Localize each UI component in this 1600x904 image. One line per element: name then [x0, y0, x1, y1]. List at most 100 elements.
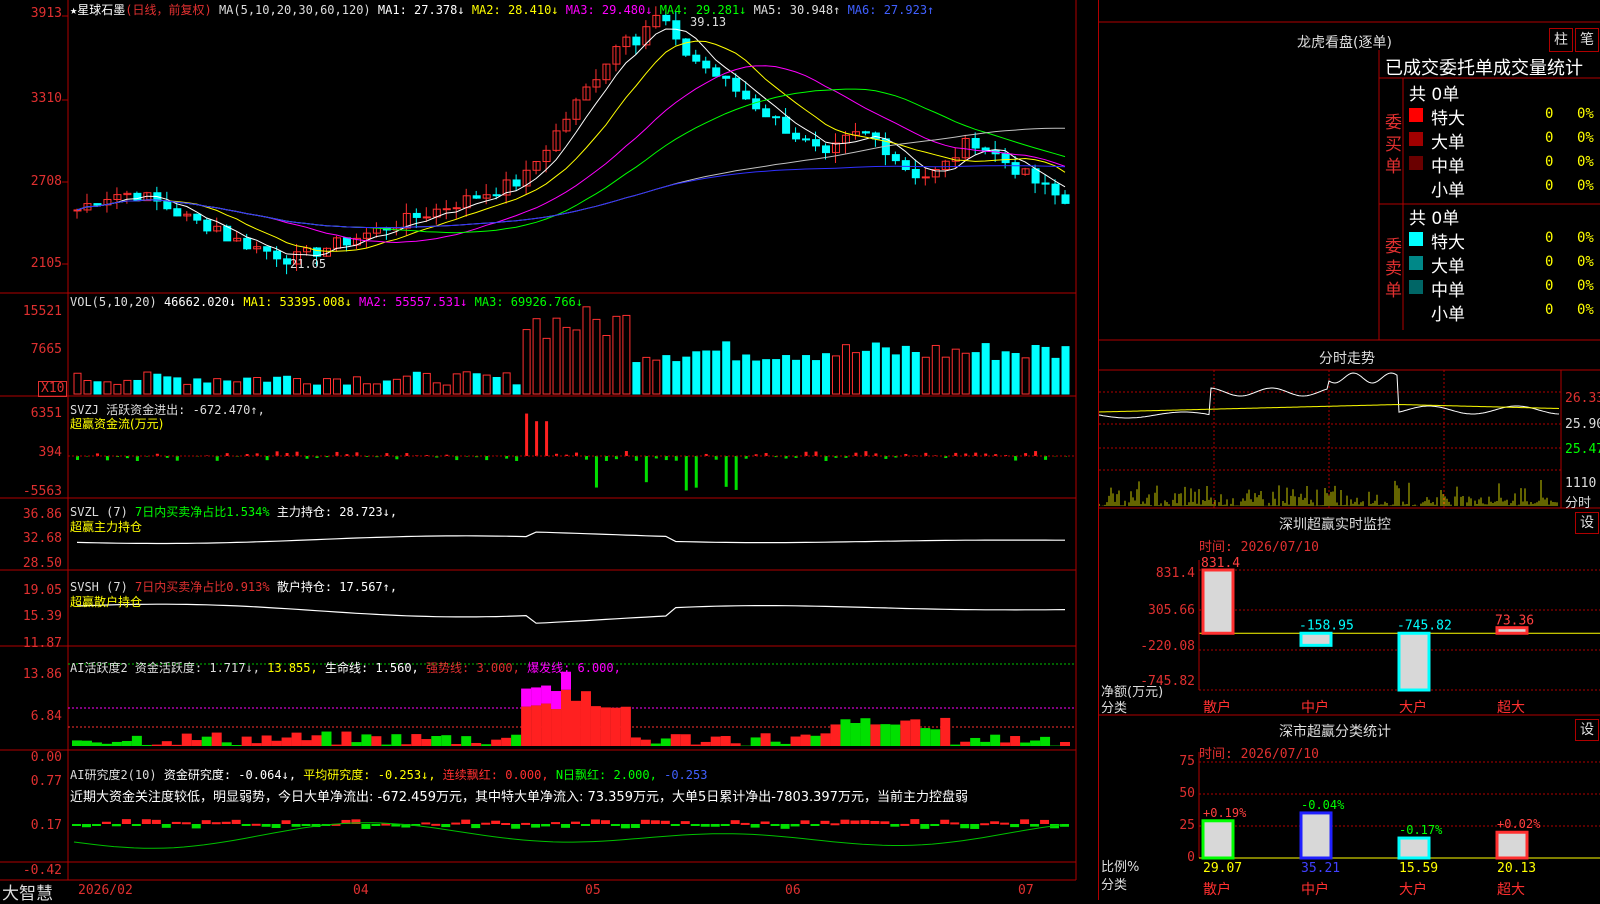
legend-swatch	[1409, 256, 1423, 270]
research-bar	[1000, 823, 1009, 825]
date-label: 07	[1018, 883, 1034, 898]
research-bar	[1010, 824, 1019, 827]
candle-body	[1052, 184, 1059, 195]
candle-body	[783, 117, 790, 133]
vol-y-label: 15521	[0, 304, 62, 319]
sz-monitor-title: 深圳超赢实时监控	[1279, 514, 1391, 534]
ai2-bar	[1000, 742, 1010, 746]
research-bar	[152, 820, 161, 824]
ai2-bar	[401, 744, 411, 746]
research-bar	[262, 824, 271, 827]
volume-bar	[284, 376, 291, 394]
research-bar	[102, 822, 111, 824]
intraday-title[interactable]: 分时走势	[1319, 348, 1375, 368]
ai2-bar	[771, 742, 781, 746]
buy-row-val: 0	[1545, 178, 1553, 194]
classify-settings-button[interactable]: 设	[1575, 719, 1599, 741]
ai2-bar	[521, 707, 531, 746]
research-bar	[900, 824, 909, 826]
ai2-bar	[451, 744, 461, 746]
candle-body	[1032, 169, 1039, 183]
ma6-label: MA6: 27.923↑	[848, 3, 935, 17]
volume-bar	[793, 360, 800, 394]
svzj-bar	[695, 456, 698, 488]
legend-swatch	[1409, 132, 1423, 146]
air-summary: 近期大资金关注度较低，明显弱势，今日大单净流出: -672.459万元，其中特大…	[70, 786, 1076, 805]
research-bar	[551, 822, 560, 824]
volume-bar	[972, 353, 979, 394]
volume-bar	[573, 330, 580, 394]
ai2-bar	[212, 733, 222, 746]
ai2-bar	[791, 737, 801, 746]
volume-bar	[333, 379, 340, 394]
stats-title: 已成交委托单成交量统计	[1385, 54, 1583, 80]
classify-category-label: 大户	[1399, 881, 1427, 898]
volume-bar	[1052, 358, 1059, 394]
ai2-bar	[112, 742, 122, 746]
vol-value: 46662.020↓	[164, 295, 236, 309]
volume-bar	[503, 373, 510, 394]
volume-bar	[763, 360, 770, 394]
research-bar	[591, 819, 600, 824]
research-bar	[970, 824, 979, 829]
ai2-bar	[591, 706, 601, 746]
air-header: AI研究度2(10) 资金研究度: -0.064↓, 平均研究度: -0.253…	[70, 766, 707, 783]
research-bar	[302, 824, 311, 826]
volume-bar	[164, 377, 171, 394]
sz-monitor-settings-button[interactable]: 设	[1575, 512, 1599, 534]
right-panel: 831.4散户-158.95中户-745.82大户73.36超大+0.19%29…	[1098, 0, 1600, 900]
svzj-bar	[335, 452, 338, 456]
research-bar	[501, 823, 510, 825]
volume-bar	[413, 372, 420, 394]
classify-category-label: 中户	[1301, 881, 1329, 898]
volume-bar	[583, 307, 590, 394]
candle-body	[343, 238, 350, 245]
volume-bar	[304, 384, 311, 394]
svzj-bar	[485, 456, 488, 460]
ai2-y-label: 0.00	[0, 750, 62, 765]
ai2-bar	[541, 704, 551, 746]
svzj-bar	[1014, 456, 1017, 461]
sell-row-pct: 0%	[1577, 254, 1594, 270]
volume-bar	[892, 355, 899, 394]
stroke-button[interactable]: 笔	[1575, 28, 1599, 52]
low-label: 21.05	[290, 257, 326, 271]
vol-ma2: MA2: 55557.531↓	[359, 295, 467, 309]
svsh-hold: 散户持仓: 17.567↑,	[277, 580, 397, 594]
volume-bar	[643, 357, 650, 394]
volume-bar	[254, 377, 261, 394]
kline-area[interactable]: ★星球石墨(日线，前复权) MA(5,10,20,30,60,120) MA1:…	[0, 0, 1078, 900]
ai2-bar	[581, 691, 591, 746]
ai2-bar	[232, 745, 242, 746]
ai2-bar	[661, 738, 671, 746]
sell-total: 共 0单	[1409, 204, 1459, 229]
ma5-label: MA5: 30.948↑	[754, 3, 841, 17]
research-bar	[671, 824, 680, 826]
classify-value-label: 29.07	[1203, 861, 1242, 876]
bar-button[interactable]: 柱	[1549, 28, 1573, 52]
ai2-bar	[840, 719, 850, 746]
svzj-bar	[625, 451, 628, 456]
legend-swatch	[1409, 280, 1423, 294]
candle-body	[264, 247, 271, 251]
volume-bar	[114, 384, 121, 394]
ai2-bar	[850, 723, 860, 746]
ai2-bar	[860, 718, 870, 746]
svzj-y-label: 394	[0, 445, 62, 460]
volume-bar	[1062, 347, 1069, 394]
research-bar	[821, 821, 830, 824]
research-bar	[761, 821, 770, 824]
volume-bar	[1032, 345, 1039, 394]
vol-unit[interactable]: X10	[38, 381, 67, 397]
research-bar	[801, 820, 810, 824]
volume-bar	[373, 384, 380, 394]
volume-bar	[942, 357, 949, 394]
monitor-bar	[1301, 633, 1331, 645]
research-bar	[930, 824, 939, 826]
svzj-bar	[276, 451, 279, 456]
volume-bar	[922, 357, 929, 394]
ai2-bar	[511, 735, 521, 746]
sell-row-val: 0	[1545, 230, 1553, 246]
monitor-value-label: -745.82	[1397, 618, 1452, 633]
research-bar	[541, 824, 550, 826]
